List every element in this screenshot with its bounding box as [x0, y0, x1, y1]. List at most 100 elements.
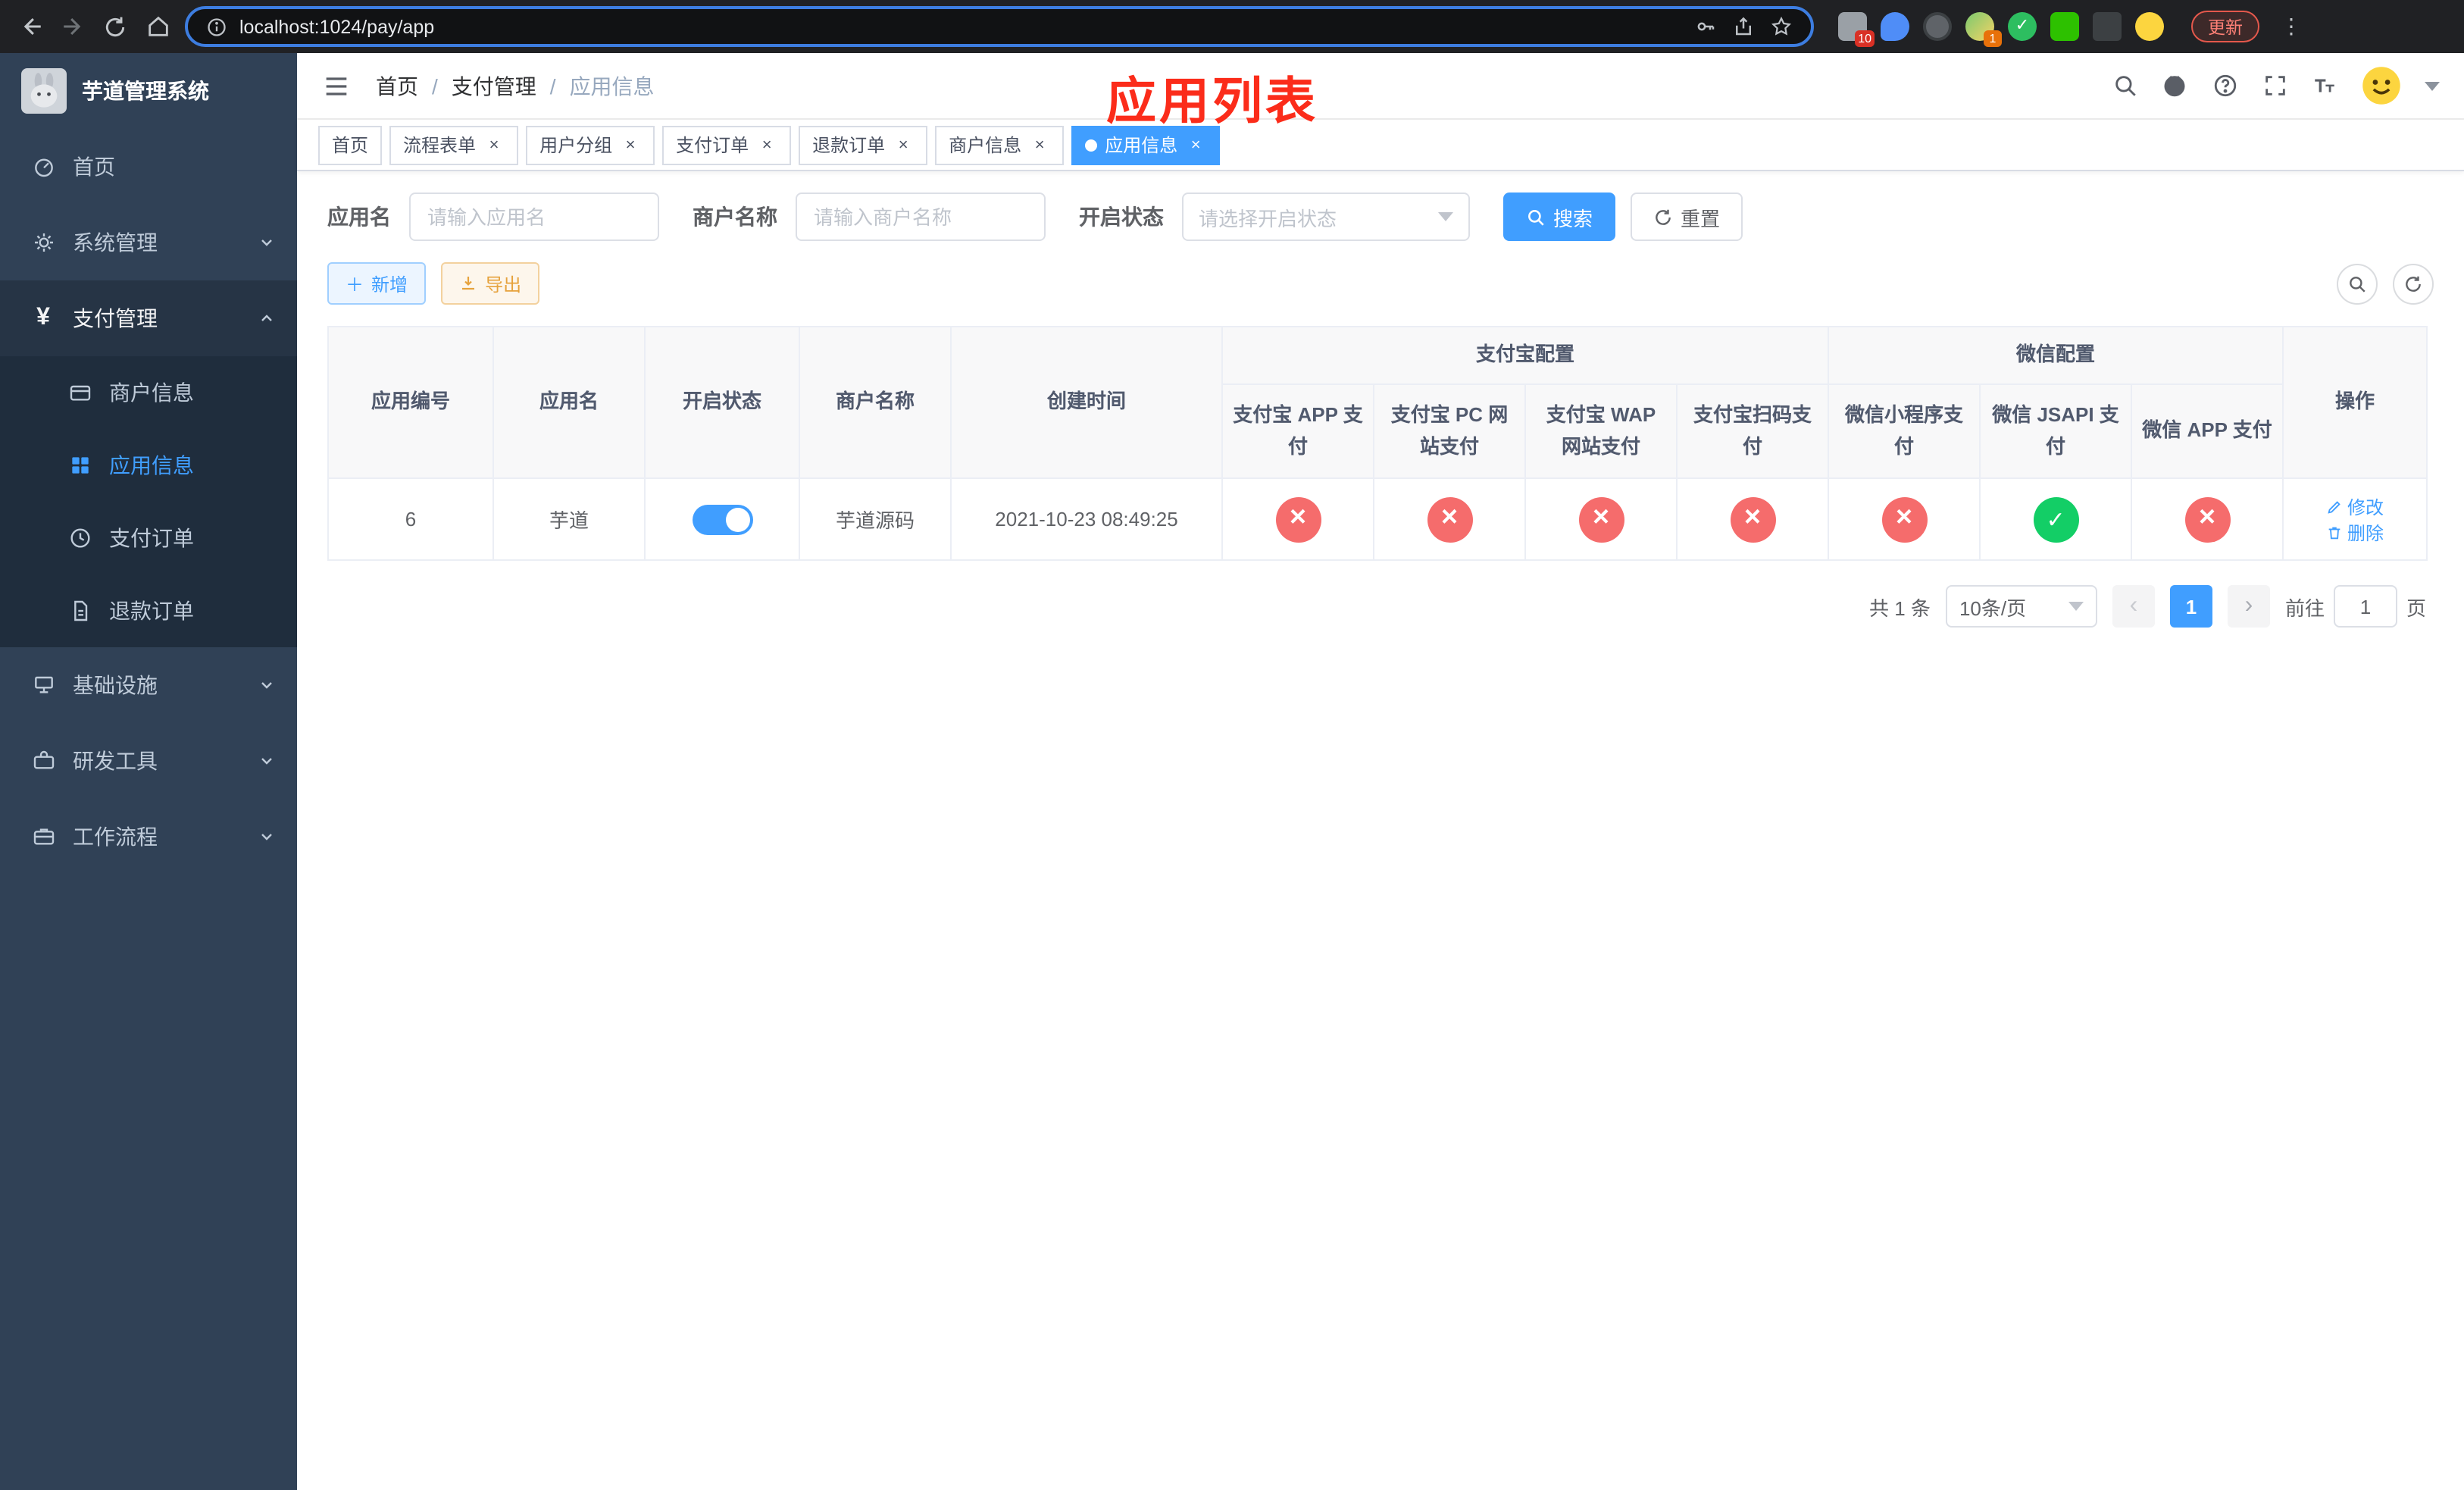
sidebar-item-home[interactable]: 首页: [0, 129, 297, 205]
cell-created: 2021-10-23 08:49:25: [950, 477, 1223, 561]
breadcrumb-item[interactable]: 首页: [376, 70, 438, 101]
col-header-alipay-wap: 支付宝 WAP 网站支付: [1524, 383, 1678, 479]
status-select[interactable]: 请选择开启状态: [1182, 193, 1470, 241]
goto-prefix: 前往: [2284, 596, 2325, 619]
user-avatar[interactable]: [2361, 65, 2402, 106]
address-bar[interactable]: localhost:1024/pay/app: [185, 6, 1814, 47]
sidebar-item-infrastructure[interactable]: 基础设施: [0, 647, 297, 723]
status-toggle[interactable]: [692, 504, 752, 534]
extension-icon-4[interactable]: 1: [1965, 12, 2002, 47]
browser-update-button[interactable]: 更新: [2191, 11, 2259, 42]
extension-icon-1[interactable]: 10: [1838, 12, 1875, 47]
tab-home[interactable]: 首页: [318, 125, 383, 164]
reset-button[interactable]: 重置: [1631, 193, 1743, 241]
sidebar-item-refund-orders[interactable]: 退款订单: [0, 574, 297, 647]
extension-icon-5[interactable]: [2008, 12, 2037, 41]
chevron-up-icon: [258, 309, 276, 327]
sidebar-item-workflow[interactable]: 工作流程: [0, 799, 297, 875]
close-icon[interactable]: [1029, 134, 1050, 155]
chevron-down-icon: [258, 828, 276, 846]
close-icon[interactable]: [620, 134, 641, 155]
wx-mini-status-icon: [1881, 496, 1928, 542]
app-name-input[interactable]: [409, 193, 659, 241]
col-header-wx-app: 微信 APP 支付: [2131, 383, 2284, 479]
next-page-icon[interactable]: [2227, 585, 2270, 628]
tab-user-group[interactable]: 用户分组: [526, 125, 655, 164]
sidebar-toggle-icon[interactable]: [321, 70, 352, 101]
back-icon[interactable]: [15, 11, 45, 42]
close-icon[interactable]: [1185, 134, 1206, 155]
breadcrumb: 首页 支付管理 应用信息: [376, 70, 655, 101]
sidebar-item-merchant-info[interactable]: 商户信息: [0, 356, 297, 429]
goto-page-input[interactable]: [2333, 585, 2397, 628]
prev-page-icon[interactable]: [2112, 585, 2155, 628]
select-caret-icon: [2068, 602, 2084, 611]
forward-icon[interactable]: [58, 11, 88, 42]
col-header-merchant: 商户名称: [799, 326, 952, 479]
sidebar-item-devtools[interactable]: 研发工具: [0, 723, 297, 799]
active-tab-dot: [1085, 139, 1098, 151]
close-icon[interactable]: [756, 134, 777, 155]
table-toolbar: 新增 导出: [327, 262, 2434, 305]
page-content: 应用名 商户名称 开启状态 请选择开启状态: [297, 171, 2464, 1490]
export-button[interactable]: 导出: [441, 262, 540, 305]
col-header-app-name: 应用名: [492, 326, 646, 479]
reload-icon[interactable]: [100, 11, 130, 42]
sidebar-item-label: 退款订单: [109, 599, 194, 623]
url-text[interactable]: localhost:1024/pay/app: [239, 16, 1682, 37]
edit-link[interactable]: 修改: [2326, 493, 2384, 519]
sidebar: 芋道管理系统 首页 系统管理 支付管理: [0, 53, 297, 1490]
help-icon[interactable]: [2211, 72, 2238, 99]
tab-label: 用户分组: [539, 135, 613, 156]
search-icon[interactable]: [2111, 72, 2138, 99]
status-label: 开启状态: [1079, 205, 1164, 229]
sidebar-item-payment[interactable]: 支付管理: [0, 280, 297, 356]
sidebar-item-system[interactable]: 系统管理: [0, 205, 297, 280]
add-button[interactable]: 新增: [327, 262, 427, 305]
extension-icon-2[interactable]: [1881, 12, 1909, 41]
extension-icon-3[interactable]: [1923, 12, 1952, 41]
cell-app-name: 芋道: [492, 477, 646, 561]
sidebar-item-label: 应用信息: [109, 453, 194, 477]
add-button-label: 新增: [371, 274, 408, 295]
merchant-name-input[interactable]: [796, 193, 1046, 241]
extension-icon-6[interactable]: [2050, 12, 2079, 41]
sidebar-item-pay-orders[interactable]: 支付订单: [0, 502, 297, 574]
page-number-1[interactable]: 1: [2169, 585, 2212, 628]
browser-menu-icon[interactable]: ⋮: [2281, 14, 2302, 39]
password-key-icon[interactable]: [1694, 15, 1717, 38]
col-header-created: 创建时间: [950, 326, 1223, 479]
site-info-icon[interactable]: [206, 16, 227, 37]
dashboard-icon: [30, 154, 56, 180]
tab-label: 首页: [332, 135, 369, 156]
alipay-wap-status-icon: [1578, 496, 1624, 542]
search-button[interactable]: 搜索: [1503, 193, 1616, 241]
alipay-app-status-icon: [1275, 496, 1321, 542]
home-icon[interactable]: [142, 11, 173, 42]
wx-jsapi-status-icon: [2033, 496, 2079, 542]
tab-merchant-info[interactable]: 商户信息: [935, 125, 1065, 164]
profile-avatar-icon[interactable]: [2135, 12, 2164, 41]
close-icon[interactable]: [893, 134, 914, 155]
fullscreen-icon[interactable]: [2261, 72, 2288, 99]
github-icon[interactable]: [2161, 72, 2188, 99]
breadcrumb-item[interactable]: 支付管理: [452, 70, 556, 101]
tab-pay-orders[interactable]: 支付订单: [662, 125, 792, 164]
tab-label: 退款订单: [812, 135, 886, 156]
sidebar-item-app-info[interactable]: 应用信息: [0, 429, 297, 502]
extension-pin-icon[interactable]: [2093, 12, 2122, 41]
app-logo[interactable]: 芋道管理系统: [0, 53, 297, 129]
share-icon[interactable]: [1732, 15, 1755, 38]
tab-process-form[interactable]: 流程表单: [389, 125, 519, 164]
font-size-icon[interactable]: [2311, 72, 2338, 99]
delete-link[interactable]: 删除: [2326, 519, 2384, 545]
close-icon[interactable]: [483, 134, 505, 155]
user-menu-caret-icon[interactable]: [2425, 81, 2440, 90]
toggle-search-icon[interactable]: [2337, 263, 2378, 304]
bookmark-star-icon[interactable]: [1770, 15, 1793, 38]
chevron-down-icon: [258, 676, 276, 694]
col-header-status: 开启状态: [644, 326, 800, 479]
page-size-select[interactable]: 10条/页: [1945, 585, 2097, 628]
refresh-table-icon[interactable]: [2393, 263, 2434, 304]
tab-refund-orders[interactable]: 退款订单: [799, 125, 928, 164]
